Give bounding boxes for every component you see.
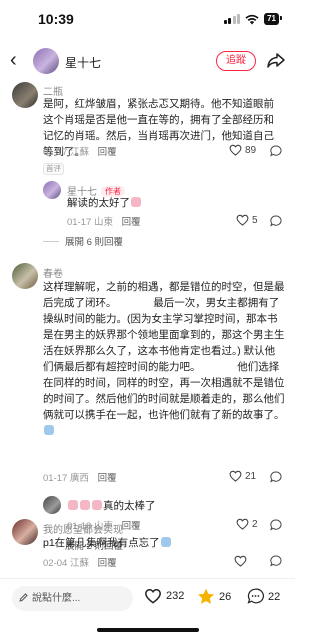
comment-user[interactable]: 我的愿望都会实现 xyxy=(43,521,123,536)
like-total: 232 xyxy=(166,590,185,602)
heart-icon xyxy=(236,214,249,226)
comment-meta: 01-17 廣西 回覆 xyxy=(43,473,117,484)
comment-input-placeholder: 說點什麼... xyxy=(32,593,81,604)
like-button[interactable]: 2 xyxy=(236,518,258,530)
status-icons: 71 xyxy=(223,13,282,25)
comment-icon[interactable] xyxy=(270,215,282,227)
avatar[interactable] xyxy=(12,263,38,289)
emoji-icon xyxy=(92,500,102,510)
emoji-icon xyxy=(131,197,141,207)
reply-text: 解读的太好了 xyxy=(67,195,142,211)
reply-button[interactable]: 回覆 xyxy=(98,147,117,158)
avatar[interactable] xyxy=(43,181,61,199)
like-count: 89 xyxy=(245,144,257,156)
reply-button[interactable]: 回覆 xyxy=(98,473,117,484)
comment-text: p1在第几集啊我有点忘了 xyxy=(43,535,172,551)
avatar[interactable] xyxy=(33,48,59,74)
comment-meta: 02-04 江蘇 回覆 xyxy=(43,558,117,569)
star-button[interactable]: 26 xyxy=(197,588,231,605)
share-icon[interactable] xyxy=(266,50,286,70)
emoji-icon xyxy=(80,500,90,510)
comment-date: 01-17 xyxy=(43,147,68,158)
follow-button[interactable]: 追蹤 xyxy=(216,51,256,71)
like-button[interactable]: 5 xyxy=(236,214,258,226)
like-button[interactable]: 21 xyxy=(229,470,256,482)
heart-icon xyxy=(229,144,242,156)
comment-icon[interactable] xyxy=(270,555,282,567)
reply-button[interactable]: 回覆 xyxy=(98,558,117,569)
status-bar: 10:39 71 xyxy=(0,0,295,40)
reply-button[interactable]: 回覆 xyxy=(122,217,141,228)
star-total: 26 xyxy=(219,590,232,603)
back-button[interactable]: ‹ xyxy=(10,50,17,70)
emoji-icon xyxy=(160,537,171,547)
comment-bubble-icon xyxy=(247,588,264,604)
wifi-icon xyxy=(245,14,259,24)
comment-input[interactable]: 說點什麼... xyxy=(12,586,133,611)
comment-total-button[interactable]: 22 xyxy=(247,588,280,605)
comment-icon[interactable] xyxy=(270,519,282,531)
comment-icon[interactable] xyxy=(270,471,282,483)
battery-icon: 71 xyxy=(264,13,282,25)
avatar[interactable] xyxy=(12,519,38,545)
reply-meta: 01-17 山東 回覆 xyxy=(67,217,141,228)
expand-replies[interactable]: 展開 6 則回覆 xyxy=(43,234,123,248)
author-name[interactable]: 星十七 xyxy=(65,54,101,71)
emoji-icon xyxy=(68,500,78,510)
bottom-bar: 說點什麼... 232 26 22 xyxy=(0,578,295,618)
home-indicator xyxy=(97,628,199,632)
first-comment-badge: 首评 xyxy=(43,163,64,175)
pencil-icon xyxy=(19,593,28,602)
status-time: 10:39 xyxy=(38,11,74,27)
like-button[interactable]: 89 xyxy=(229,144,256,156)
comment-total: 22 xyxy=(268,590,281,603)
avatar[interactable] xyxy=(43,496,61,514)
emoji-icon xyxy=(44,425,54,435)
comment-meta: 01-17 江蘇 回覆 xyxy=(43,144,117,158)
comment-icon[interactable] xyxy=(270,145,282,157)
top-nav: ‹ 星十七 追蹤 xyxy=(0,40,295,80)
heart-icon xyxy=(236,518,249,530)
heart-icon xyxy=(229,470,242,482)
comment-location: 江蘇 xyxy=(69,147,89,158)
reply-text: 真的太棒了 xyxy=(67,498,156,514)
comment-text: 这样理解呢，之前的相遇，都是错位的时空，但是最后完成了闭环。 最后一次，男女主都… xyxy=(43,279,285,439)
heart-icon[interactable] xyxy=(234,555,247,567)
comment-user[interactable]: 春卷 xyxy=(43,265,63,280)
signal-icon xyxy=(223,14,241,24)
heart-icon xyxy=(145,588,161,604)
star-icon xyxy=(198,588,214,604)
like-total-button[interactable]: 232 xyxy=(144,588,184,604)
avatar[interactable] xyxy=(12,82,38,108)
reply-button[interactable]: 回覆 xyxy=(122,521,141,532)
